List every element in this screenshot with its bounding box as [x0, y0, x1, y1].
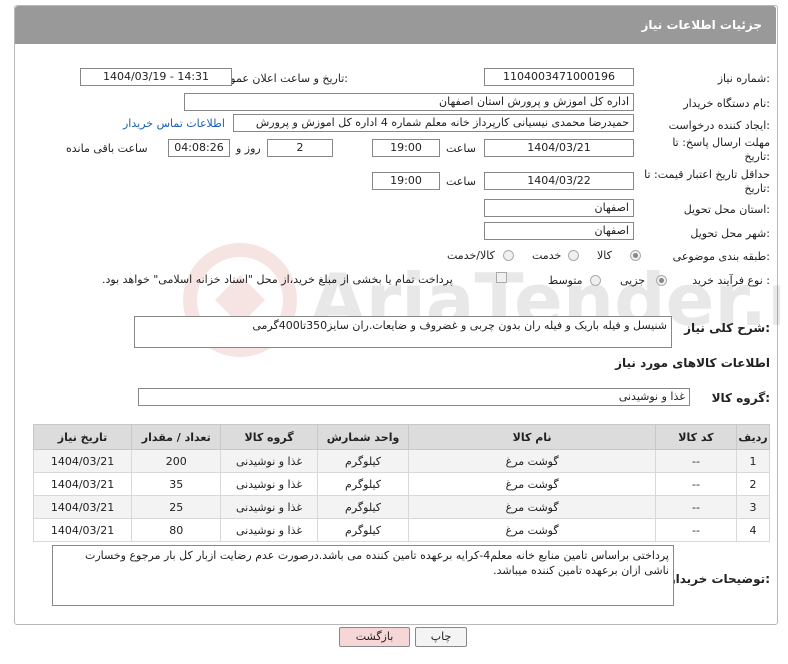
category-radio-service[interactable]: [568, 250, 579, 261]
validity-label: حداقل تاریخ اعتبار قیمت: تا تاریخ:: [644, 168, 770, 195]
col-header: واحد شمارش: [316, 424, 410, 450]
category-option-goods: کالا: [597, 249, 612, 262]
col-header: ردیف: [736, 424, 770, 450]
process-option-medium: متوسط: [548, 274, 583, 287]
cell-item-code: --: [654, 518, 738, 542]
validity-time-field: 19:00: [372, 172, 440, 190]
panel-header: جزئیات اطلاعات نیاز: [15, 6, 776, 44]
cell-item-name: گوشت مرغ: [408, 495, 656, 519]
goods-section-title: اطلاعات کالاهای مورد نیاز: [615, 356, 770, 370]
col-header: تعداد / مقدار: [131, 424, 222, 450]
creator-field: حمیدرضا محمدی نیسیانی کارپرداز خانه معلم…: [233, 114, 634, 132]
cell-item-code: --: [654, 472, 738, 496]
cell-need-date: 1404/03/21: [32, 472, 133, 496]
table-row: 1 -- گوشت مرغ کیلوگرم غذا و نوشیدنی 200 …: [32, 449, 770, 473]
cell-unit: کیلوگرم: [316, 449, 410, 473]
summary-field: شنیسل و فیله باریک و فیله ران بدون چربی …: [134, 316, 672, 348]
cell-need-date: 1404/03/21: [32, 449, 133, 473]
treasury-checkbox[interactable]: [496, 272, 507, 283]
cell-row-number: 4: [736, 518, 770, 542]
cell-quantity: 80: [131, 518, 222, 542]
col-header: تاریخ نیاز: [32, 424, 133, 450]
category-radio-both[interactable]: [503, 250, 514, 261]
deadline-time-label: ساعت: [446, 142, 476, 155]
remaining-time-field: 04:08:26: [168, 139, 230, 157]
validity-date-field: 1404/03/22: [484, 172, 634, 190]
goods-group-field: غذا و نوشیدنی: [138, 388, 690, 406]
province-field: اصفهان: [484, 199, 634, 217]
back-button[interactable]: بازگشت: [339, 627, 410, 647]
category-radio-goods[interactable]: [630, 250, 641, 261]
summary-label: شرح کلی نیاز:: [684, 321, 770, 335]
print-button[interactable]: چاپ: [415, 627, 467, 647]
table-row: 3 -- گوشت مرغ کیلوگرم غذا و نوشیدنی 25 1…: [32, 495, 770, 519]
cell-unit: کیلوگرم: [316, 495, 410, 519]
cell-row-number: 2: [736, 472, 770, 496]
announce-label: تاریخ و ساعت اعلان عمومی:: [215, 72, 348, 85]
category-label: طبقه بندی موضوعی:: [672, 250, 770, 263]
cell-group: غذا و نوشیدنی: [220, 495, 318, 519]
contact-buyer-link[interactable]: اطلاعات تماس خریدار: [123, 117, 225, 130]
validity-time-label: ساعت: [446, 175, 476, 188]
remaining-label: ساعت باقی مانده: [66, 142, 148, 155]
cell-unit: کیلوگرم: [316, 518, 410, 542]
announce-field: 1404/03/19 - 14:31: [80, 68, 232, 86]
need-number-label: شماره نیاز:: [717, 72, 770, 85]
col-header: گروه کالا: [220, 424, 318, 450]
buyer-notes-field: پرداختی براساس تامین منابع خانه معلم4-کر…: [52, 545, 674, 606]
cell-row-number: 3: [736, 495, 770, 519]
table-row: 4 -- گوشت مرغ کیلوگرم غذا و نوشیدنی 80 1…: [32, 518, 770, 542]
process-radio-medium[interactable]: [590, 275, 601, 286]
cell-quantity: 35: [131, 472, 222, 496]
deadline-date-field: 1404/03/21: [484, 139, 634, 157]
city-field: اصفهان: [484, 222, 634, 240]
cell-item-name: گوشت مرغ: [408, 472, 656, 496]
days-field: 2: [267, 139, 333, 157]
need-number-field: 1104003471000196: [484, 68, 634, 86]
buyer-notes-label: توضیحات خریدار:: [668, 572, 770, 586]
payment-note: پرداخت تمام یا بخشی از مبلغ خرید،از محل …: [102, 273, 453, 286]
panel-title: جزئیات اطلاعات نیاز: [641, 18, 762, 32]
province-label: استان محل تحویل:: [683, 203, 770, 216]
goods-table: ردیف کد کالا نام کالا واحد شمارش گروه کا…: [32, 424, 770, 542]
days-label: روز و: [236, 142, 261, 155]
process-option-minor: جزیی: [620, 274, 646, 287]
buyer-org-field: اداره کل اموزش و پرورش استان اصفهان: [184, 93, 634, 111]
buyer-org-label: نام دستگاه خریدار:: [683, 97, 770, 110]
cell-need-date: 1404/03/21: [32, 518, 133, 542]
creator-label: ایجاد کننده درخواست:: [668, 119, 770, 132]
cell-item-code: --: [654, 449, 738, 473]
cell-need-date: 1404/03/21: [32, 495, 133, 519]
cell-group: غذا و نوشیدنی: [220, 518, 318, 542]
goods-group-label: گروه کالا:: [711, 391, 770, 405]
deadline-label: مهلت ارسال پاسخ: تا تاریخ:: [672, 136, 770, 163]
table-row: 2 -- گوشت مرغ کیلوگرم غذا و نوشیدنی 35 1…: [32, 472, 770, 496]
cell-item-name: گوشت مرغ: [408, 449, 656, 473]
cell-item-name: گوشت مرغ: [408, 518, 656, 542]
process-radio-minor[interactable]: [656, 275, 667, 286]
table-header-row: ردیف کد کالا نام کالا واحد شمارش گروه کا…: [32, 424, 770, 450]
col-header: نام کالا: [408, 424, 656, 450]
cell-row-number: 1: [736, 449, 770, 473]
cell-group: غذا و نوشیدنی: [220, 472, 318, 496]
cell-group: غذا و نوشیدنی: [220, 449, 318, 473]
col-header: کد کالا: [654, 424, 738, 450]
cell-unit: کیلوگرم: [316, 472, 410, 496]
deadline-time-field: 19:00: [372, 139, 440, 157]
process-label: نوع فرآیند خرید :: [692, 274, 770, 287]
cell-quantity: 200: [131, 449, 222, 473]
cell-item-code: --: [654, 495, 738, 519]
cell-quantity: 25: [131, 495, 222, 519]
category-option-both: کالا/خدمت: [447, 249, 495, 262]
city-label: شهر محل تحویل:: [690, 227, 770, 240]
category-option-service: خدمت: [532, 249, 562, 262]
